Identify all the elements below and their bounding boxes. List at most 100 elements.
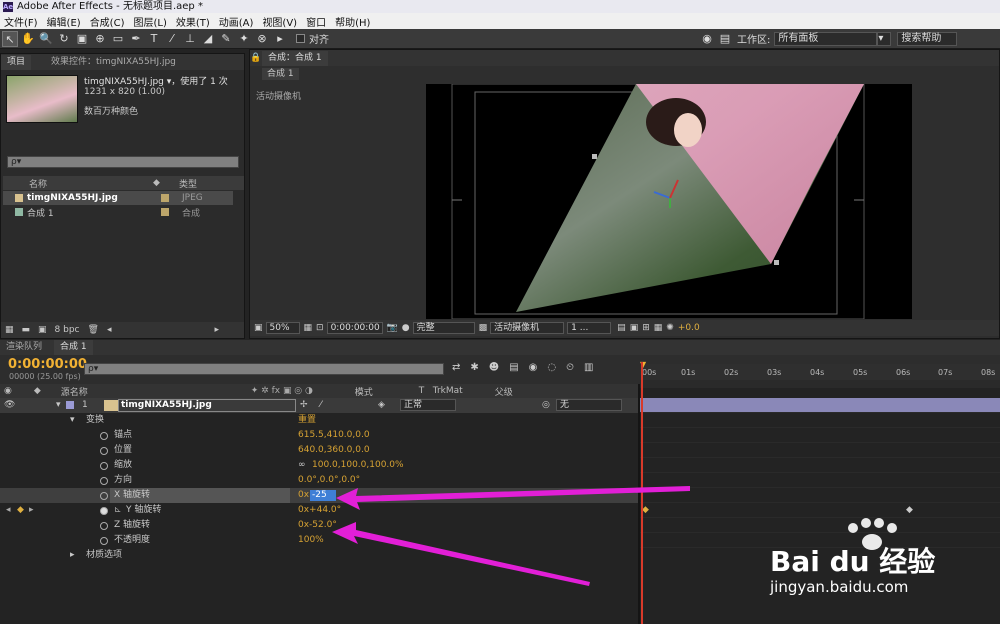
new-composition-icon[interactable]: ▣ <box>38 325 47 335</box>
flowchart-icon[interactable]: ⊞ <box>642 323 650 333</box>
puppet-tool-icon[interactable]: ✦ <box>236 31 252 47</box>
current-time-indicator[interactable] <box>641 362 643 624</box>
lock-icon[interactable]: 🔒 <box>250 51 262 66</box>
menu-help[interactable]: 帮助(H) <box>335 14 370 29</box>
stopwatch-icon[interactable] <box>100 522 108 530</box>
property-value[interactable]: 100% <box>298 533 324 548</box>
3d-layer-switch-icon[interactable]: ◈ <box>378 398 385 413</box>
eraser-tool-icon[interactable]: ◢ <box>200 31 216 47</box>
column-source-name[interactable]: 源名称 <box>61 385 251 398</box>
x-rotation-input[interactable]: -25 <box>310 490 336 501</box>
pan-behind-tool-icon[interactable]: ⊕ <box>92 31 108 47</box>
layer-name[interactable]: timgNIXA55HJ.jpg <box>118 399 296 412</box>
camera-select[interactable]: 活动摄像机 <box>490 322 565 334</box>
table-row[interactable]: ◂ ◆ ▸ ⊾ Y 轴旋转 0x+44.0° <box>0 503 638 518</box>
align-checkbox[interactable] <box>296 34 305 43</box>
exposure-icon[interactable]: ✺ <box>666 323 674 333</box>
zoom-tool-icon[interactable]: 🔍 <box>38 31 54 47</box>
motion-blur-icon[interactable]: ◉ <box>529 362 538 373</box>
table-row[interactable]: X 轴旋转 0x -25 <box>0 488 638 503</box>
stopwatch-icon[interactable] <box>100 477 108 485</box>
column-trkmat[interactable]: TrkMat <box>433 386 495 396</box>
property-value[interactable]: 0x+44.0° <box>298 503 341 518</box>
color-channels-icon[interactable]: ● <box>402 323 410 333</box>
timeline-icon[interactable]: ▣ <box>630 323 639 333</box>
list-item[interactable]: 合成 1 合成 <box>3 205 233 219</box>
expand-arrow-icon[interactable]: ▾ <box>56 398 61 413</box>
camera-tool-icon[interactable]: ▣ <box>74 31 90 47</box>
expand-arrow-icon[interactable]: ▸ <box>70 548 75 563</box>
tab-composition[interactable]: 合成：合成 1 <box>262 51 328 66</box>
quality-select[interactable]: 完整 <box>412 322 475 334</box>
menu-layer[interactable]: 图层(L) <box>133 14 166 29</box>
label-column-icon[interactable]: ◆ <box>34 386 41 396</box>
table-row[interactable]: 缩放 ∞ 100.0,100.0,100.0% <box>0 458 638 473</box>
tab-render-queue[interactable]: 渲染队列 <box>0 340 48 355</box>
hand-tool-icon[interactable]: ✋ <box>20 31 36 47</box>
expand-arrow-icon[interactable]: ▾ <box>70 413 75 428</box>
reset-link[interactable]: 重置 <box>298 413 316 428</box>
label-column-icon[interactable]: ◆ <box>153 178 179 188</box>
work-area-bar[interactable] <box>640 380 1000 388</box>
table-row[interactable]: 位置 640.0,360.0,0.0 <box>0 443 638 458</box>
workspace-icon[interactable]: ▤ <box>717 31 733 47</box>
axis-mode-icon[interactable]: ⊗ <box>254 31 270 47</box>
composition-viewer[interactable] <box>426 84 912 319</box>
graph-editor-icon[interactable]: ⏲ <box>566 362 574 373</box>
keyframe-diamond-icon[interactable]: ◆ <box>17 503 24 518</box>
stopwatch-icon[interactable] <box>100 447 108 455</box>
frame-blending-icon[interactable]: ▤ <box>509 362 518 373</box>
table-row[interactable]: Z 轴旋转 0x-52.0° <box>0 518 638 533</box>
stopwatch-active-icon[interactable] <box>100 507 108 515</box>
menu-effect[interactable]: 效果(T) <box>176 14 210 29</box>
timeline-search-input[interactable]: ρ▾ <box>84 363 444 375</box>
menu-animation[interactable]: 动画(A) <box>219 14 254 29</box>
tab-effect-controls[interactable]: 效果控件：timgNIXA55HJ.jpg <box>45 55 182 70</box>
pen-tool-icon[interactable]: ✒ <box>128 31 144 47</box>
label-color-swatch[interactable] <box>66 401 74 409</box>
graph-icon[interactable]: ▥ <box>584 362 593 373</box>
time-ruler[interactable]: 00s 01s 02s 03s 04s 05s 06s 07s 08s ▼ <box>640 360 1000 380</box>
workspace-dropdown-icon[interactable]: ▾ <box>877 31 892 46</box>
menu-edit[interactable]: 编辑(E) <box>47 14 81 29</box>
stopwatch-icon[interactable] <box>100 537 108 545</box>
prev-keyframe-icon[interactable]: ◂ <box>6 503 11 518</box>
list-item[interactable]: timgNIXA55HJ.jpg JPEG <box>3 191 233 205</box>
tab-project[interactable]: 项目 <box>1 55 32 70</box>
column-type[interactable]: 类型 <box>179 177 197 190</box>
layer-duration-bar[interactable] <box>640 398 1000 413</box>
text-tool-icon[interactable]: T <box>146 31 162 47</box>
table-row[interactable]: 不透明度 100% <box>0 533 638 548</box>
tab-composition-1[interactable]: 合成 1 <box>54 340 93 355</box>
vr-icon[interactable]: ◉ <box>699 31 715 47</box>
comp-mini-flowchart-icon[interactable]: ⇄ <box>452 362 460 373</box>
column-t[interactable]: T <box>419 386 433 396</box>
zoom-select[interactable]: 50% <box>265 322 300 334</box>
property-value[interactable]: 640.0,360.0,0.0 <box>298 443 370 458</box>
property-value[interactable]: 0x-52.0° <box>298 518 337 533</box>
snapshot-icon[interactable]: 📷 <box>387 323 398 333</box>
quality-switch-icon[interactable]: ⁄ <box>320 398 322 413</box>
column-mode[interactable]: 模式 <box>355 385 419 398</box>
composition-timecode[interactable]: 0:00:00:00 <box>326 322 383 334</box>
column-parent[interactable]: 父级 <box>495 385 513 398</box>
rectangle-tool-icon[interactable]: ▭ <box>110 31 126 47</box>
roi-icon[interactable]: ⊡ <box>316 323 324 333</box>
menu-composition[interactable]: 合成(C) <box>90 14 125 29</box>
table-row[interactable]: 锚点 615.5,410.0,0.0 <box>0 428 638 443</box>
table-row[interactable]: ▾ 变换 重置 <box>0 413 638 428</box>
next-keyframe-icon[interactable]: ▸ <box>29 503 34 518</box>
bpc-label[interactable]: 8 bpc <box>55 325 80 335</box>
current-time[interactable]: 0:00:00:00 <box>8 357 87 372</box>
scroll-left-icon[interactable]: ◂ <box>107 325 112 335</box>
stopwatch-icon[interactable] <box>100 432 108 440</box>
views-select[interactable]: 1 ... <box>567 322 612 334</box>
switches-icon[interactable]: ✦ ✲ fx ▣ ◎ ◑ <box>251 386 355 396</box>
selection-tool-icon[interactable]: ↖ <box>2 30 18 47</box>
menu-window[interactable]: 窗口 <box>306 14 326 29</box>
shy-icon[interactable]: ☻ <box>489 362 499 373</box>
always-preview-icon[interactable]: ▣ <box>254 323 263 333</box>
stopwatch-icon[interactable] <box>100 462 108 470</box>
project-search-input[interactable]: ρ▾ <box>7 156 239 168</box>
parent-select[interactable]: 无 <box>556 399 622 411</box>
